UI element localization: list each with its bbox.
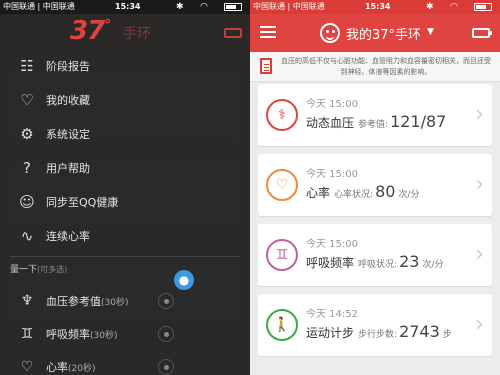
lungs-icon: ♊ <box>20 326 34 342</box>
quick-measure-label: 血压参考值(30秒) <box>46 295 129 308</box>
battery-icon <box>224 3 242 11</box>
chevron-down-icon[interactable]: ▼ <box>427 27 434 37</box>
card-respiration[interactable]: ♊ 今天 15:00 呼吸频率 呼吸状况: 23 次/分 › <box>258 224 492 286</box>
lungs-icon: ♊ <box>266 239 298 271</box>
metric-ref-label: 步行步数: <box>358 330 398 340</box>
carrier-label: 中国联通 | 中国联通 <box>3 2 75 11</box>
wifi-icon: ◠ <box>450 2 458 12</box>
card-metric: 动态血压 参考值: 121/87 <box>306 112 449 131</box>
select-radio[interactable] <box>158 326 174 342</box>
pulse-icon: ∿ <box>20 227 34 245</box>
status-bar: 中国联通 | 中国联通 15:34 ✱ ◠ <box>0 0 250 14</box>
metric-value: 121/87 <box>390 112 447 131</box>
metric-name: 运动计步 <box>306 326 355 340</box>
quick-measure-heart-rate[interactable]: ♡ 心率(20秒) <box>0 350 250 375</box>
metric-unit: 次/分 <box>422 260 444 270</box>
metric-ref-label: 呼吸状况: <box>358 260 398 270</box>
card-metric: 运动计步 步行步数: 2743 步 <box>306 322 452 341</box>
app-title[interactable]: 我的37°手环 <box>346 24 421 43</box>
wifi-icon: ◠ <box>200 2 208 12</box>
walker-icon: 🚶 <box>266 309 298 341</box>
status-bar: 中国联通 | 中国联通 15:34 ✱ ◠ <box>250 0 500 14</box>
menu-item-help[interactable]: ? 用户帮助 <box>0 152 250 184</box>
chevron-right-icon[interactable]: › <box>475 102 484 127</box>
bluetooth-icon: ✱ <box>176 2 184 12</box>
band-label: 手环 <box>123 26 151 42</box>
metric-ref-label: 参考值: <box>358 120 389 130</box>
menu-item-label: 阶段报告 <box>46 60 90 73</box>
stethoscope-icon: ⚕ <box>266 99 298 131</box>
card-metric: 呼吸频率 呼吸状况: 23 次/分 <box>306 252 443 271</box>
metric-unit: 次/分 <box>398 190 420 200</box>
left-phone-screen: 中国联通 | 中国联通 15:34 ✱ ◠ › › 37° 手环 ☷ 阶段报告 <box>0 0 250 375</box>
metric-name: 心率 <box>306 186 331 200</box>
heart-outline-icon: ♡ <box>20 359 34 375</box>
right-phone-screen: 中国联通 | 中国联通 15:34 ✱ ◠ 我的37°手环 ▼ 血压的高低不仅与… <box>250 0 500 375</box>
chevron-right-icon[interactable]: › <box>475 312 484 337</box>
metric-name: 动态血压 <box>306 116 355 130</box>
menu-item-settings[interactable]: ⚙ 系统设定 <box>0 118 250 150</box>
select-radio[interactable] <box>158 359 174 375</box>
smiley-face-icon <box>320 23 340 43</box>
band-battery-icon <box>472 28 492 38</box>
select-radio[interactable] <box>158 293 174 309</box>
metric-value: 2743 <box>399 322 440 341</box>
quick-measure-label: 呼吸频率(30秒) <box>46 328 118 341</box>
section-header-measure: 量一下(可多选) <box>10 265 68 275</box>
card-steps[interactable]: 🚶 今天 14:52 运动计步 步行步数: 2743 步 › <box>258 294 492 356</box>
menu-item-label: 用户帮助 <box>46 162 90 175</box>
calendar-icon: ☷ <box>20 57 34 75</box>
card-timestamp: 今天 15:00 <box>306 169 358 180</box>
chevron-right-icon[interactable]: › <box>475 242 484 267</box>
metric-ref-label: 心率状况: <box>334 190 374 200</box>
status-time: 15:34 <box>365 2 391 11</box>
card-blood-pressure[interactable]: ⚕ 今天 15:00 动态血压 参考值: 121/87 › <box>258 84 492 146</box>
question-icon: ? <box>23 159 31 177</box>
menu-item-stage-report[interactable]: ☷ 阶段报告 <box>0 50 250 82</box>
status-time: 15:34 <box>115 2 141 11</box>
divider <box>10 256 240 257</box>
menu-item-favorites[interactable]: ♡ 我的收藏 <box>0 84 250 116</box>
carrier-label: 中国联通 | 中国联通 <box>253 2 325 11</box>
heart-icon: ♡ <box>20 91 34 109</box>
clipboard-icon <box>260 58 272 74</box>
screenshot-composite: 中国联通 | 中国联通 15:34 ✱ ◠ › › 37° 手环 ☷ 阶段报告 <box>0 0 500 375</box>
app-logo: 37° <box>70 16 111 46</box>
menu-item-label: 我的收藏 <box>46 94 90 107</box>
menu-item-sync-qq[interactable]: ☺ 同步至QQ健康 <box>0 186 250 218</box>
menu-item-label: 同步至QQ健康 <box>46 196 119 209</box>
metric-name: 呼吸频率 <box>306 256 355 270</box>
metric-value: 23 <box>399 252 420 271</box>
menu-item-label: 连续心率 <box>46 230 90 243</box>
app-bar: 我的37°手环 ▼ <box>250 14 500 52</box>
chevron-right-icon[interactable]: › <box>475 172 484 197</box>
metric-value: 80 <box>375 182 396 201</box>
menu-item-continuous-hr[interactable]: ∿ 连续心率 <box>0 220 250 252</box>
card-timestamp: 今天 15:00 <box>306 239 358 250</box>
quick-measure-blood-pressure[interactable]: ♆ 血压参考值(30秒) <box>0 284 250 316</box>
card-timestamp: 今天 14:52 <box>306 309 358 320</box>
battery-icon <box>474 3 492 11</box>
qq-icon: ☺ <box>19 193 35 211</box>
drawer-header: 37° 手环 <box>0 14 250 50</box>
navigation-drawer: 37° 手环 ☷ 阶段报告 ♡ 我的收藏 ⚙ 系统设定 ? 用户帮助 ☺ 同步至… <box>0 14 250 375</box>
card-heart-rate[interactable]: ♡ 今天 15:00 心率 心率状况: 80 次/分 › <box>258 154 492 216</box>
health-tip-banner: 血压的高低不仅与心脏功能、血管阻力和血容量密切相关，而且还受到神经、体液等因素的… <box>250 52 500 82</box>
quick-measure-respiration[interactable]: ♊ 呼吸频率(30秒) <box>0 317 250 349</box>
menu-icon[interactable] <box>260 26 276 39</box>
stethoscope-icon: ♆ <box>20 293 34 309</box>
band-battery-icon <box>224 28 242 38</box>
bluetooth-icon: ✱ <box>426 2 434 12</box>
card-metric: 心率 心率状况: 80 次/分 <box>306 182 419 201</box>
gear-icon: ⚙ <box>20 125 34 143</box>
menu-item-label: 系统设定 <box>46 128 90 141</box>
metric-unit: 步 <box>442 330 452 340</box>
heart-icon: ♡ <box>266 169 298 201</box>
tip-text: 血压的高低不仅与心脏功能、血管阻力和血容量密切相关，而且还受到神经、体液等因素的… <box>281 57 491 76</box>
quick-measure-label: 心率(20秒) <box>46 361 96 374</box>
card-timestamp: 今天 15:00 <box>306 99 358 110</box>
